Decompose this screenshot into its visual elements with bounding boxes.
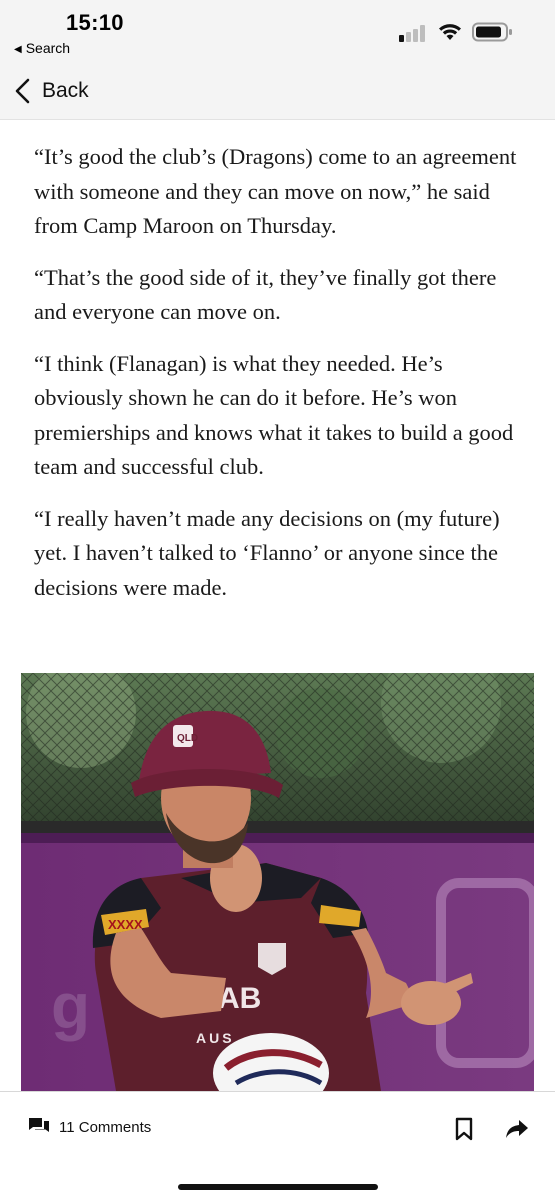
- comments-count-label: 11 Comments: [59, 1118, 152, 1136]
- status-time: 15:10: [66, 10, 124, 35]
- back-triangle-icon: ◀: [14, 44, 22, 55]
- home-indicator: [178, 1184, 378, 1190]
- comments-button[interactable]: 11 Comments: [28, 1117, 151, 1137]
- bookmark-icon[interactable]: [454, 1117, 474, 1141]
- chat-bubbles-icon: [29, 1118, 49, 1132]
- navigation-bar: Back: [0, 62, 555, 120]
- chevron-left-icon: [15, 78, 30, 104]
- back-to-search-link[interactable]: ◀ Search: [14, 40, 70, 56]
- article-body: “It’s good the club’s (Dragons) come to …: [34, 140, 524, 622]
- hat-badge: QLD: [177, 733, 198, 744]
- back-to-app-label: Search: [25, 40, 71, 56]
- bottom-toolbar: 11 Comments: [0, 1091, 555, 1200]
- cellular-signal-icon: [399, 24, 429, 42]
- wifi-icon: [439, 24, 461, 40]
- article-paragraph: “I really haven’t made any decisions on …: [34, 505, 500, 600]
- back-label: Back: [42, 79, 89, 102]
- article-paragraph: “That’s the good side of it, they’ve fin…: [34, 264, 497, 325]
- share-arrow-icon[interactable]: [505, 1119, 529, 1139]
- status-bar: 15:10 ◀ Search: [0, 0, 555, 62]
- article-paragraph: “It’s good the club’s (Dragons) come to …: [34, 144, 517, 238]
- article-paragraph: “I think (Flanagan) is what they needed.…: [34, 350, 514, 480]
- jersey-text: AUS: [196, 1030, 235, 1046]
- back-button[interactable]: Back: [14, 74, 89, 108]
- player-photo-illustration: g C XXXX AB AUS QLD: [21, 673, 534, 1091]
- article-photo[interactable]: g C XXXX AB AUS QLD: [21, 673, 534, 1091]
- battery-icon: [472, 22, 512, 42]
